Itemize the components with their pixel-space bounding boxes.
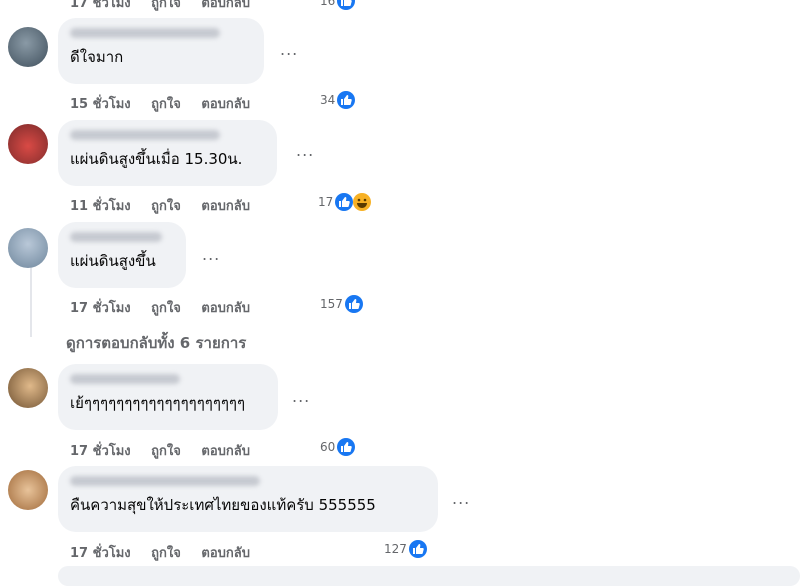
like-reaction-icon xyxy=(337,438,356,456)
reaction-number: 16 xyxy=(320,0,336,8)
avatar[interactable] xyxy=(8,470,48,510)
more-options-icon[interactable]: ... xyxy=(280,42,298,58)
comment-time[interactable]: 11 ชั่วโมง xyxy=(70,199,131,214)
comment-meta: 17 ชั่วโมง ถูกใจ ตอบกลับ xyxy=(70,440,266,461)
like-reaction-icon xyxy=(337,91,356,109)
like-link[interactable]: ถูกใจ xyxy=(151,199,181,214)
like-link[interactable]: ถูกใจ xyxy=(151,546,181,561)
reaction-count[interactable]: 127 xyxy=(384,540,427,558)
comment-bubble: เย้ๆๆๆๆๆๆๆๆๆๆๆๆๆๆๆๆๆๆๆๆ xyxy=(58,364,278,430)
author-name[interactable] xyxy=(70,476,260,486)
reply-link[interactable]: ตอบกลับ xyxy=(201,301,250,316)
comment-bubble: ดีใจมาก xyxy=(58,18,264,84)
comment-bubble: แผ่นดินสูงขึ้นเมื่อ 15.30น. xyxy=(58,120,277,186)
comment-time[interactable]: 15 ชั่วโมง xyxy=(70,97,131,112)
like-reaction-icon xyxy=(344,295,363,313)
reply-link[interactable]: ตอบกลับ xyxy=(201,444,250,459)
comment-time[interactable]: 17 ชั่วโมง xyxy=(70,546,131,561)
comment-time[interactable]: 17 ชั่วโมง xyxy=(70,0,131,11)
reply-link[interactable]: ตอบกลับ xyxy=(201,97,250,112)
comment-text: แผ่นดินสูงขึ้นเมื่อ 15.30น. xyxy=(70,150,243,168)
reaction-count[interactable]: 17 xyxy=(318,193,372,211)
like-link[interactable]: ถูกใจ xyxy=(151,444,181,459)
comment-input-partial[interactable] xyxy=(58,566,800,586)
author-name[interactable] xyxy=(70,28,220,38)
like-link[interactable]: ถูกใจ xyxy=(151,301,181,316)
author-name[interactable] xyxy=(70,232,162,242)
like-reaction-icon xyxy=(337,0,356,10)
comment-bubble: คืนความสุขให้ประเทศไทยของแท้ครับ 555555 xyxy=(58,466,438,532)
avatar[interactable] xyxy=(8,27,48,67)
reaction-count[interactable]: 34 xyxy=(320,91,356,109)
reaction-number: 157 xyxy=(320,297,343,311)
thread-line xyxy=(30,265,32,337)
comment-text: เย้ๆๆๆๆๆๆๆๆๆๆๆๆๆๆๆๆๆๆๆๆ xyxy=(70,394,246,412)
comment-text: แผ่นดินสูงขึ้น xyxy=(70,252,156,270)
reaction-count[interactable]: 16 xyxy=(320,0,356,10)
view-replies-link[interactable]: ดูการตอบกลับทั้ง 6 รายการ xyxy=(66,331,246,355)
reply-link[interactable]: ตอบกลับ xyxy=(201,546,250,561)
avatar[interactable] xyxy=(8,228,48,268)
reaction-number: 17 xyxy=(318,195,334,209)
like-reaction-icon xyxy=(408,540,427,558)
reaction-count[interactable]: 60 xyxy=(320,438,356,456)
avatar[interactable] xyxy=(8,124,48,164)
like-link[interactable]: ถูกใจ xyxy=(151,0,181,11)
comment-bubble: แผ่นดินสูงขึ้น xyxy=(58,222,186,288)
comment-meta: 17 ชั่วโมง ถูกใจ ตอบกลับ xyxy=(70,297,266,318)
author-name[interactable] xyxy=(70,130,220,140)
comment-time[interactable]: 17 ชั่วโมง xyxy=(70,301,131,316)
avatar[interactable] xyxy=(8,368,48,408)
comment-text: ดีใจมาก xyxy=(70,48,124,66)
more-options-icon[interactable]: ... xyxy=(202,247,220,263)
comment-meta: 15 ชั่วโมง ถูกใจ ตอบกลับ xyxy=(70,93,266,114)
reaction-number: 34 xyxy=(320,93,336,107)
like-link[interactable]: ถูกใจ xyxy=(151,97,181,112)
more-options-icon[interactable]: ... xyxy=(292,389,310,405)
comment-text: คืนความสุขให้ประเทศไทยของแท้ครับ 555555 xyxy=(70,496,376,514)
reaction-number: 60 xyxy=(320,440,336,454)
comment-time[interactable]: 17 ชั่วโมง xyxy=(70,444,131,459)
more-options-icon[interactable]: ... xyxy=(296,143,314,159)
reply-link[interactable]: ตอบกลับ xyxy=(201,199,250,214)
more-options-icon[interactable]: ... xyxy=(452,491,470,507)
haha-reaction-icon xyxy=(353,193,372,211)
author-name[interactable] xyxy=(70,374,180,384)
reply-link[interactable]: ตอบกลับ xyxy=(201,0,250,11)
comment-meta: 17 ชั่วโมง ถูกใจ ตอบกลับ xyxy=(70,542,266,563)
reaction-number: 127 xyxy=(384,542,407,556)
comment-meta-partial: 17 ชั่วโมง ถูกใจ ตอบกลับ xyxy=(70,0,266,13)
comment-meta: 11 ชั่วโมง ถูกใจ ตอบกลับ xyxy=(70,195,266,216)
like-reaction-icon xyxy=(335,193,354,211)
reaction-count[interactable]: 157 xyxy=(320,295,363,313)
